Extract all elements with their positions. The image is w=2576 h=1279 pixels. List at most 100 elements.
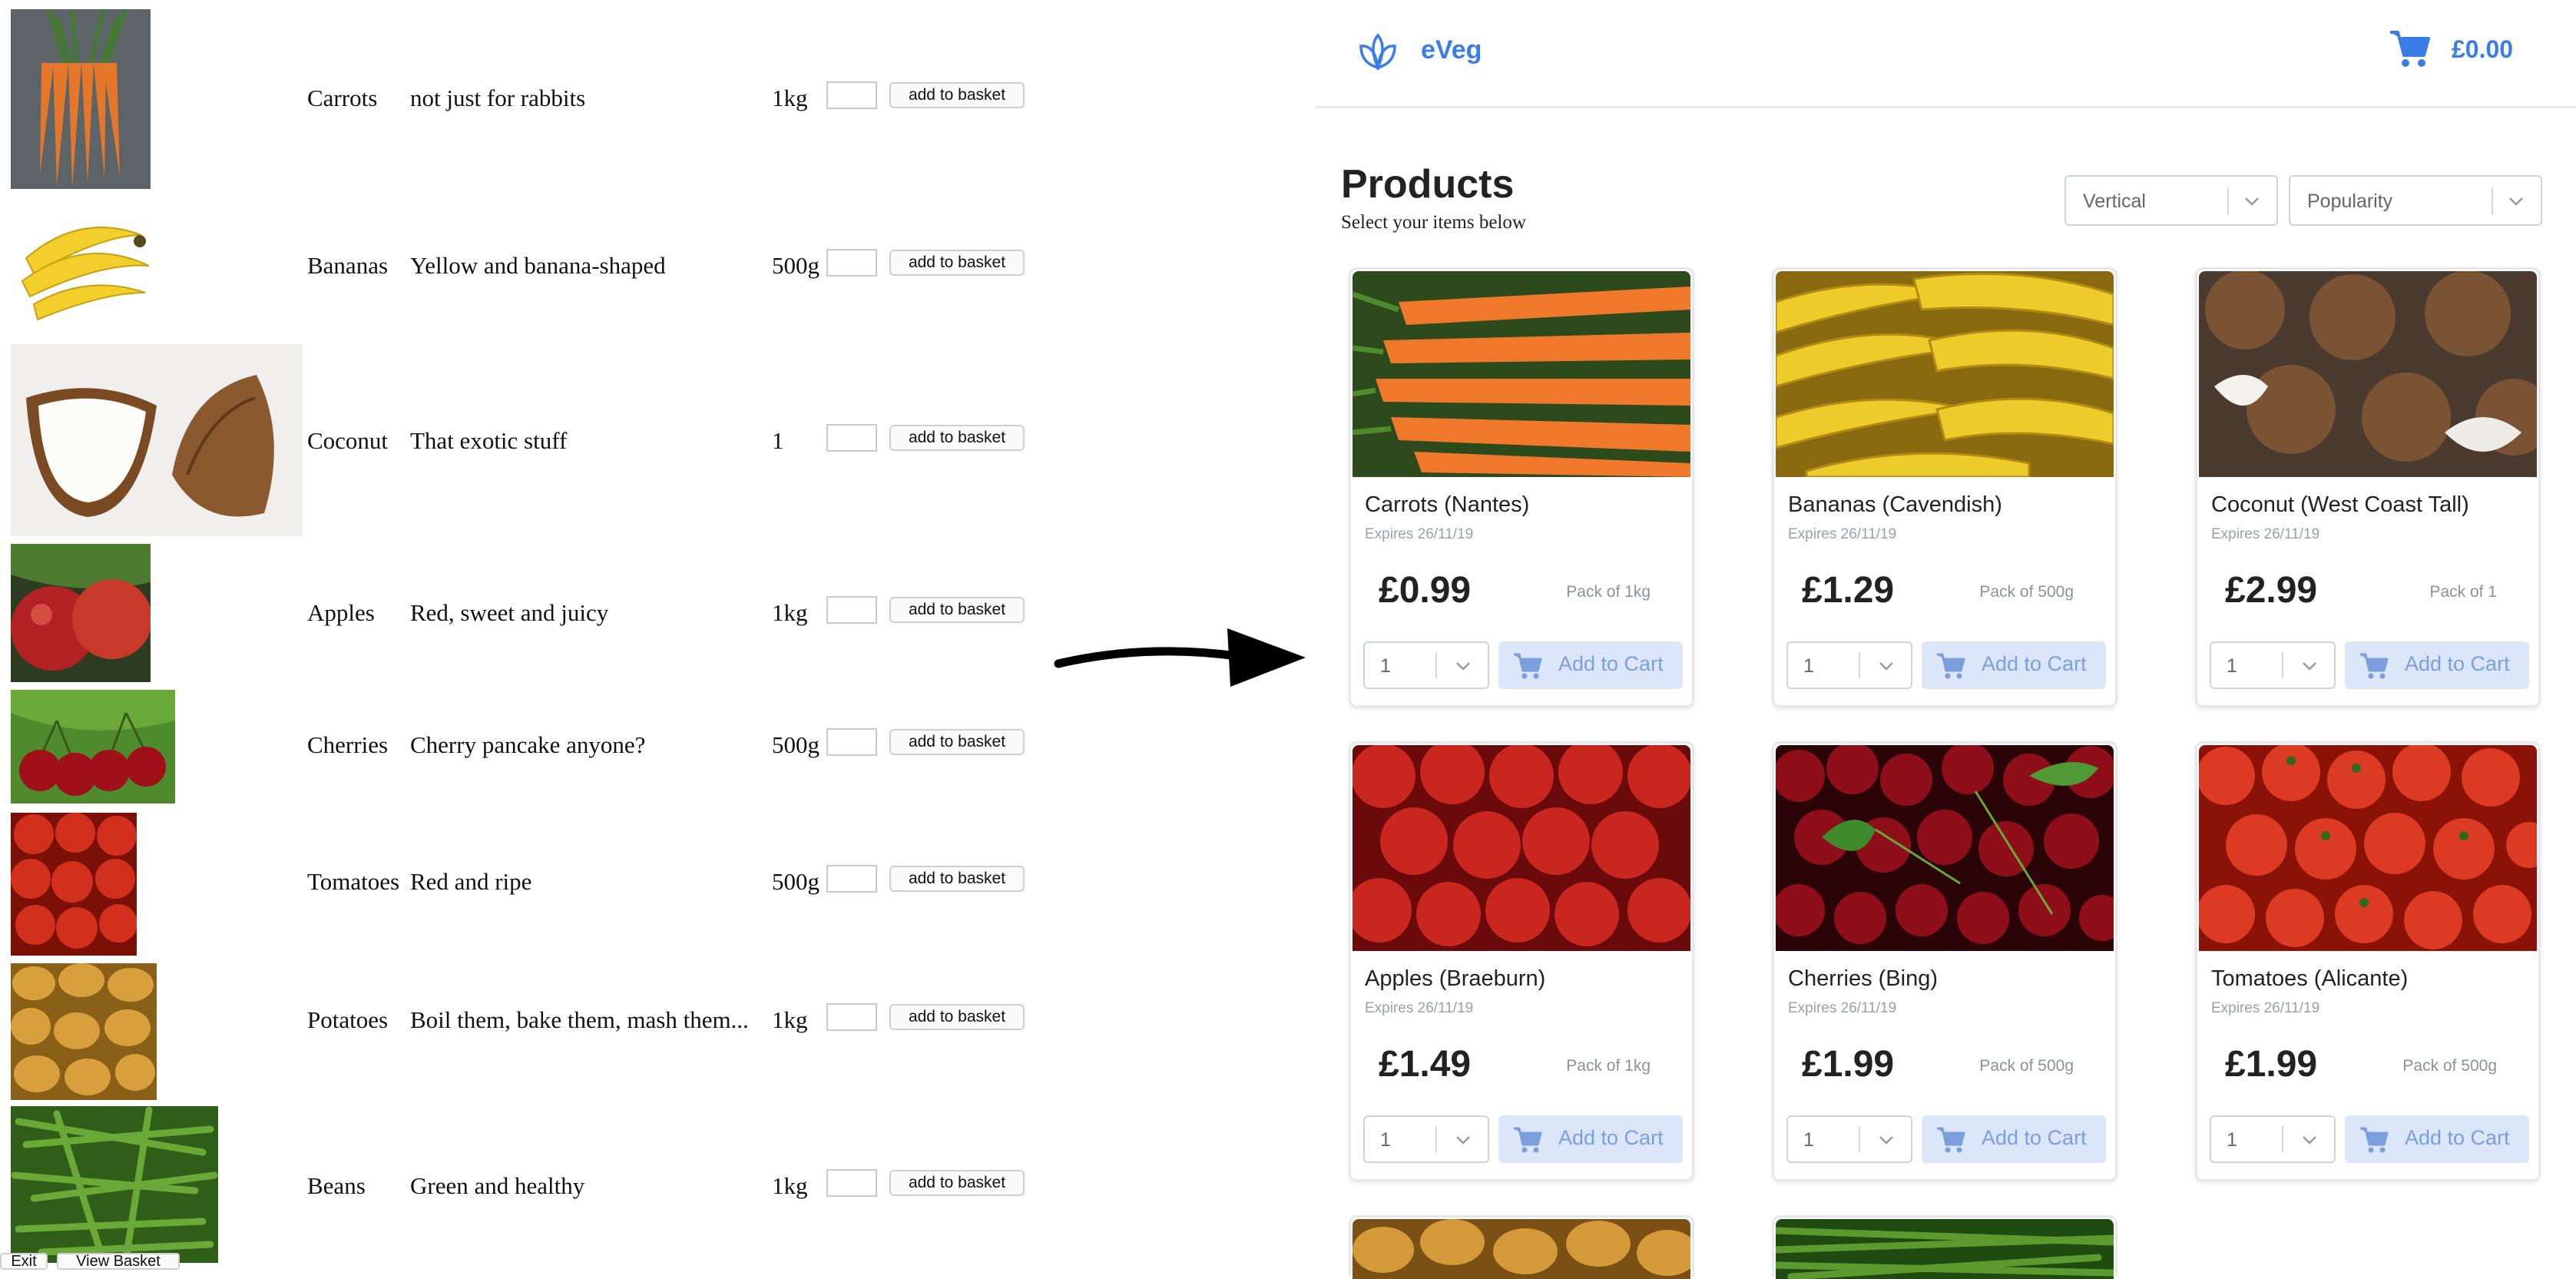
legacy-qty: 500g bbox=[772, 868, 819, 895]
product-expiry: Expires 26/11/19 bbox=[2211, 1000, 2320, 1016]
select-divider bbox=[1859, 652, 1860, 678]
page-title: Products bbox=[1341, 162, 1515, 207]
legacy-qty-input[interactable] bbox=[826, 596, 877, 624]
sort-select-value: Popularity bbox=[2307, 191, 2393, 212]
cart-icon bbox=[1514, 1127, 1542, 1153]
add-to-cart-label: Add to Cart bbox=[1982, 1126, 2087, 1149]
add-to-cart-label: Add to Cart bbox=[1558, 1126, 1664, 1149]
product-name: Cherries (Bing) bbox=[1788, 966, 1938, 991]
legacy-qty: 500g bbox=[772, 252, 819, 279]
exit-button[interactable]: Exit bbox=[0, 1253, 48, 1270]
legacy-name: Tomatoes bbox=[307, 868, 400, 895]
product-expiry: Expires 26/11/19 bbox=[1365, 526, 1474, 542]
cart-icon bbox=[1514, 653, 1542, 679]
legacy-qty: 1kg bbox=[772, 599, 808, 626]
product-expiry: Expires 26/11/19 bbox=[1788, 1000, 1897, 1016]
chevron-down-icon bbox=[1879, 1136, 1893, 1145]
add-to-cart-button[interactable]: Add to Cart bbox=[2345, 641, 2529, 689]
legacy-row-potatoes: Potatoes Boil them, bake them, mash them… bbox=[0, 963, 1045, 1102]
legacy-qty: 1kg bbox=[772, 1006, 808, 1033]
add-to-basket-button[interactable]: add to basket bbox=[889, 1004, 1025, 1030]
legacy-qty-input[interactable] bbox=[826, 424, 877, 452]
legacy-qty-input[interactable] bbox=[826, 728, 877, 756]
product-name: Tomatoes (Alicante) bbox=[2211, 966, 2409, 991]
product-pack-size: Pack of 1kg bbox=[1566, 1057, 1651, 1075]
arrow-right-icon bbox=[1054, 628, 1306, 687]
add-to-cart-button[interactable]: Add to Cart bbox=[1498, 1115, 1683, 1163]
quantity-select[interactable]: 1 bbox=[2210, 641, 2336, 689]
select-divider bbox=[2227, 187, 2229, 215]
leaf-logo-icon bbox=[1359, 33, 1396, 71]
product-name: Coconut (West Coast Tall) bbox=[2211, 492, 2469, 517]
product-price: £1.29 bbox=[1802, 570, 1895, 611]
cherries-image bbox=[11, 690, 175, 804]
add-to-cart-button[interactable]: Add to Cart bbox=[2345, 1115, 2529, 1163]
product-expiry: Expires 26/11/19 bbox=[1365, 1000, 1474, 1016]
add-to-basket-button[interactable]: add to basket bbox=[889, 1170, 1025, 1196]
product-pack-size: Pack of 500g bbox=[1979, 583, 2074, 601]
legacy-qty-input[interactable] bbox=[826, 1169, 877, 1197]
product-name: Carrots (Nantes) bbox=[1365, 492, 1530, 517]
cart-icon[interactable] bbox=[2389, 29, 2432, 69]
product-card-apples: Apples (Braeburn) Expires 26/11/19 £1.49… bbox=[1349, 741, 1694, 1181]
cart-total[interactable]: £0.00 bbox=[2452, 35, 2513, 64]
quantity-select[interactable]: 1 bbox=[2210, 1115, 2336, 1163]
potatoes-image bbox=[1353, 1219, 1690, 1279]
chevron-down-icon bbox=[1456, 1136, 1470, 1145]
add-to-basket-button[interactable]: add to basket bbox=[889, 82, 1025, 108]
chevron-down-icon bbox=[2303, 662, 2316, 671]
product-expiry: Expires 26/11/19 bbox=[1788, 526, 1897, 542]
layout-select[interactable]: Vertical bbox=[2064, 175, 2278, 226]
add-to-cart-button[interactable]: Add to Cart bbox=[1922, 641, 2106, 689]
legacy-desc: Red, sweet and juicy bbox=[410, 599, 609, 626]
layout-select-value: Vertical bbox=[2083, 191, 2146, 212]
sort-select[interactable]: Popularity bbox=[2289, 175, 2542, 226]
legacy-desc: That exotic stuff bbox=[410, 427, 568, 454]
legacy-qty-input[interactable] bbox=[826, 1003, 877, 1031]
legacy-row-apples: Apples Red, sweet and juicy 1kg add to b… bbox=[0, 544, 1045, 684]
add-to-cart-button[interactable]: Add to Cart bbox=[1922, 1115, 2106, 1163]
select-divider bbox=[1859, 1126, 1860, 1152]
add-to-basket-button[interactable]: add to basket bbox=[889, 597, 1025, 623]
add-to-cart-label: Add to Cart bbox=[1558, 652, 1664, 675]
legacy-name: Cherries bbox=[307, 731, 389, 758]
quantity-select[interactable]: 1 bbox=[1786, 641, 1912, 689]
quantity-value: 1 bbox=[2227, 1129, 2237, 1151]
eveg-app: eVeg £0.00 Products Select your items be… bbox=[1315, 0, 2576, 1279]
add-to-basket-button[interactable]: add to basket bbox=[889, 729, 1025, 755]
legacy-qty: 1 bbox=[772, 427, 784, 454]
coconut-image bbox=[11, 344, 303, 536]
product-card-potatoes bbox=[1349, 1215, 1694, 1279]
legacy-name: Carrots bbox=[307, 84, 378, 111]
chevron-down-icon bbox=[2509, 197, 2523, 206]
select-divider bbox=[2282, 652, 2283, 678]
legacy-qty-input[interactable] bbox=[826, 249, 877, 277]
apples-image bbox=[1353, 745, 1690, 951]
quantity-select[interactable]: 1 bbox=[1786, 1115, 1912, 1163]
add-to-basket-button[interactable]: add to basket bbox=[889, 425, 1025, 451]
quantity-value: 1 bbox=[1380, 1129, 1391, 1151]
legacy-qty: 1kg bbox=[772, 84, 808, 111]
legacy-desc: Cherry pancake anyone? bbox=[410, 731, 646, 758]
product-card-beans bbox=[1772, 1215, 2117, 1279]
select-divider bbox=[1435, 652, 1437, 678]
cart-icon bbox=[2360, 1127, 2389, 1153]
product-price: £1.99 bbox=[2225, 1044, 2318, 1085]
product-pack-size: Pack of 500g bbox=[2402, 1057, 2497, 1075]
quantity-select[interactable]: 1 bbox=[1363, 1115, 1489, 1163]
add-to-cart-button[interactable]: Add to Cart bbox=[1498, 641, 1683, 689]
quantity-select[interactable]: 1 bbox=[1363, 641, 1489, 689]
legacy-qty-input[interactable] bbox=[826, 865, 877, 893]
add-to-basket-button[interactable]: add to basket bbox=[889, 250, 1025, 276]
cart-icon bbox=[1937, 1127, 1965, 1153]
legacy-name: Beans bbox=[307, 1172, 366, 1199]
chevron-down-icon bbox=[1879, 662, 1893, 671]
add-to-basket-button[interactable]: add to basket bbox=[889, 866, 1025, 892]
legacy-desc: Green and healthy bbox=[410, 1172, 585, 1199]
view-basket-button[interactable]: View Basket bbox=[57, 1253, 180, 1270]
legacy-row-carrots: Carrots not just for rabbits 1kg add to … bbox=[0, 9, 1045, 191]
beans-image bbox=[11, 1106, 218, 1263]
cart-icon bbox=[2360, 653, 2389, 679]
legacy-name: Bananas bbox=[307, 252, 389, 279]
legacy-qty-input[interactable] bbox=[826, 81, 877, 109]
